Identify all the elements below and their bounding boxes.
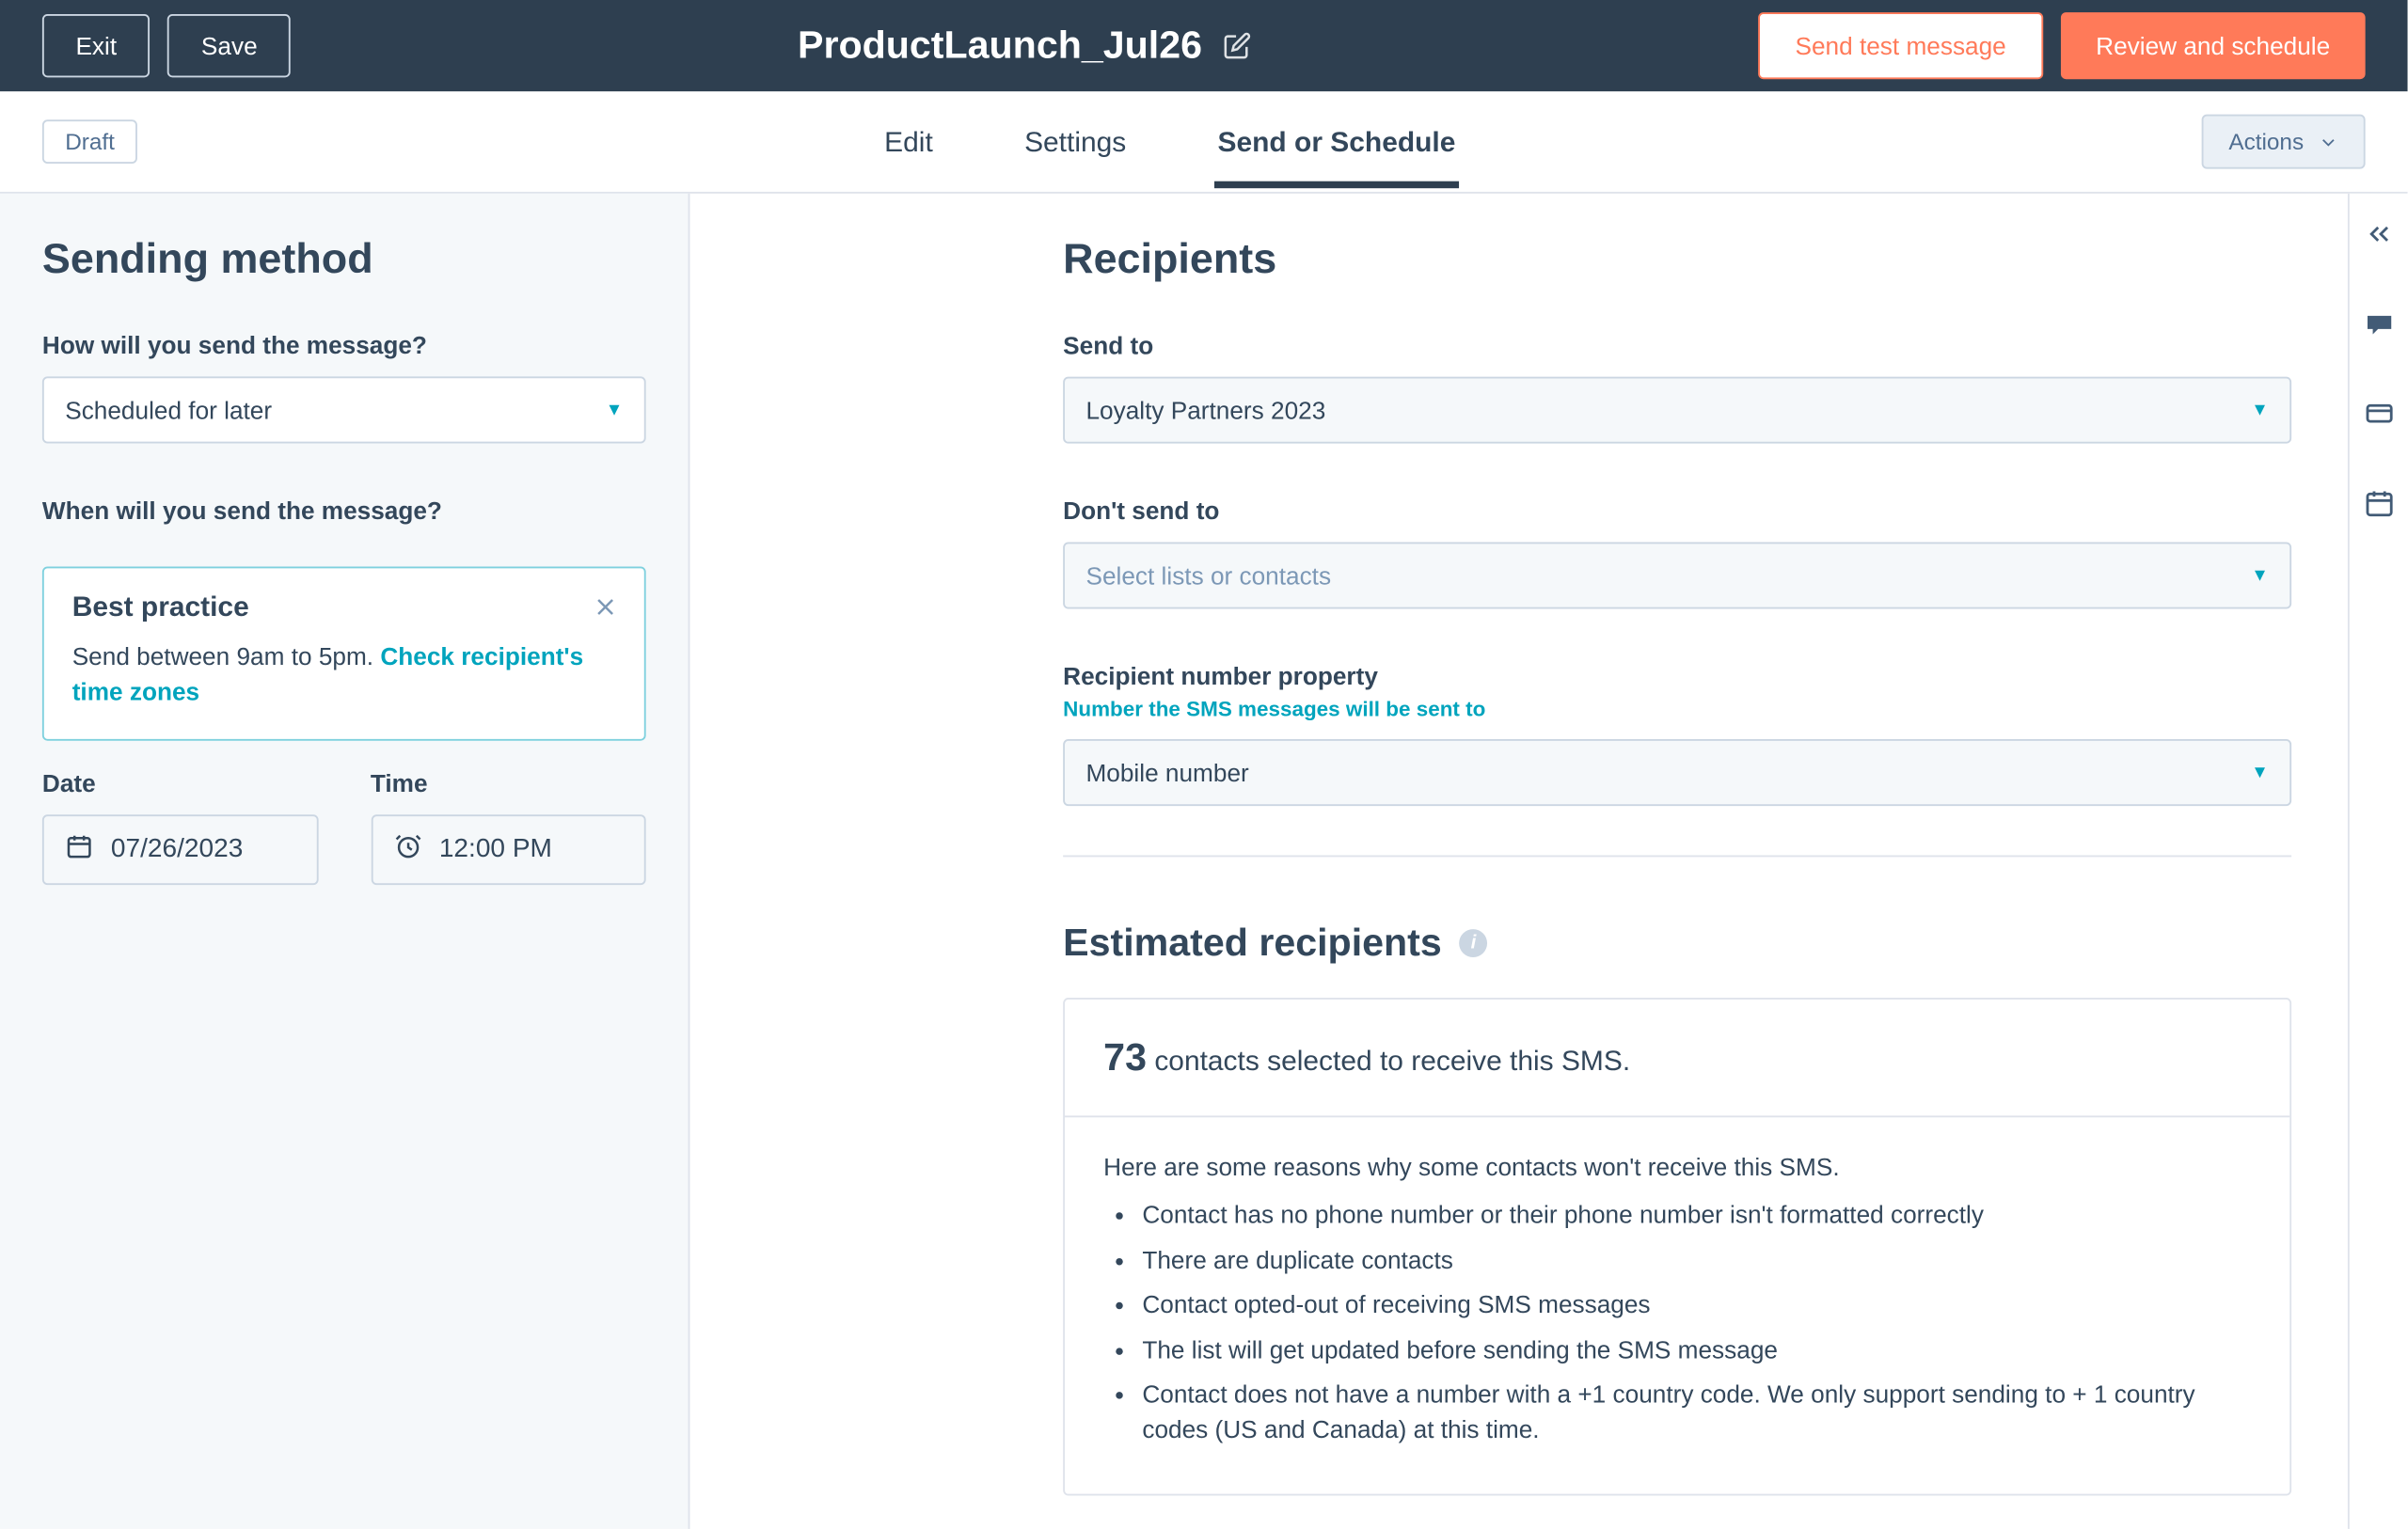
dont-send-placeholder: Select lists or contacts xyxy=(1085,561,1331,590)
when-send-label: When will you send the message? xyxy=(42,497,646,525)
sendto-value: Loyalty Partners 2023 xyxy=(1085,396,1325,424)
actions-dropdown-button[interactable]: Actions xyxy=(2202,115,2365,169)
panel-icon[interactable] xyxy=(2363,398,2395,438)
exit-button[interactable]: Exit xyxy=(42,14,150,77)
sending-method-title: Sending method xyxy=(42,236,646,285)
sendto-label: Send to xyxy=(1063,331,2291,359)
how-send-value: Scheduled for later xyxy=(65,396,272,424)
right-rail xyxy=(2348,194,2408,1529)
date-value: 07/26/2023 xyxy=(111,834,243,864)
chevron-down-icon xyxy=(2318,131,2338,151)
info-icon[interactable]: i xyxy=(1459,929,1487,957)
callout-text: Send between 9am to 5pm. xyxy=(72,642,381,670)
recipient-number-property-sublabel: Number the SMS messages will be sent to xyxy=(1063,697,2291,721)
time-label: Time xyxy=(371,768,646,796)
estimated-recipients-box: 73 contacts selected to receive this SMS… xyxy=(1063,998,2291,1495)
time-value: 12:00 PM xyxy=(439,834,552,864)
edit-title-icon[interactable] xyxy=(1223,32,1251,60)
sub-bar: Draft Edit Settings Send or Schedule Act… xyxy=(0,91,2408,194)
sendto-select[interactable]: Loyalty Partners 2023 ▼ xyxy=(1063,376,2291,443)
reason-item: The list will get updated before sending… xyxy=(1142,1333,2251,1368)
dont-send-label: Don't send to xyxy=(1063,497,2291,525)
how-send-select[interactable]: Scheduled for later ▼ xyxy=(42,376,646,443)
time-input[interactable]: 12:00 PM xyxy=(371,814,646,885)
status-badge: Draft xyxy=(42,119,137,164)
recipient-number-property-value: Mobile number xyxy=(1085,758,1248,786)
tab-edit[interactable]: Edit xyxy=(880,96,936,187)
save-button[interactable]: Save xyxy=(167,14,291,77)
tab-settings[interactable]: Settings xyxy=(1021,96,1130,187)
date-label: Date xyxy=(42,768,318,796)
caret-down-icon: ▼ xyxy=(2251,401,2269,420)
caret-down-icon: ▼ xyxy=(606,401,624,420)
reason-item: There are duplicate contacts xyxy=(1142,1243,2251,1278)
review-schedule-button[interactable]: Review and schedule xyxy=(2061,12,2366,79)
actions-label: Actions xyxy=(2228,129,2304,155)
estimated-recipients-title: Estimated recipients xyxy=(1063,921,1442,967)
callout-title: Best practice xyxy=(72,593,616,625)
recipient-number-property-select[interactable]: Mobile number ▼ xyxy=(1063,739,2291,806)
top-bar: Exit Save ProductLaunch_Jul26 Send test … xyxy=(0,0,2408,91)
close-icon[interactable] xyxy=(592,593,620,630)
estimated-recipients-text: contacts selected to receive this SMS. xyxy=(1154,1047,1630,1077)
reasons-intro: Here are some reasons why some contacts … xyxy=(1103,1153,2251,1181)
send-test-button[interactable]: Send test message xyxy=(1758,12,2043,79)
chat-icon[interactable] xyxy=(2363,307,2395,348)
caret-down-icon: ▼ xyxy=(2251,566,2269,586)
clock-icon xyxy=(393,831,421,866)
recipient-number-property-label: Recipient number property xyxy=(1063,661,2291,689)
recipients-panel: Recipients Send to Loyalty Partners 2023… xyxy=(689,194,2347,1529)
caret-down-icon: ▼ xyxy=(2251,763,2269,782)
collapse-rail-icon[interactable] xyxy=(2363,218,2395,259)
page-title: ProductLaunch_Jul26 xyxy=(798,23,1202,69)
estimated-recipients-count: 73 xyxy=(1103,1034,1147,1079)
dont-send-select[interactable]: Select lists or contacts ▼ xyxy=(1063,542,2291,608)
sending-method-panel: Sending method How will you send the mes… xyxy=(0,194,689,1529)
calendar-icon xyxy=(65,831,93,866)
date-input[interactable]: 07/26/2023 xyxy=(42,814,318,885)
recipients-title: Recipients xyxy=(1063,236,2291,285)
reason-item: Contact opted-out of receiving SMS messa… xyxy=(1142,1288,2251,1323)
best-practice-callout: Best practice Send between 9am to 5pm. C… xyxy=(42,566,646,739)
calendar-rail-icon[interactable] xyxy=(2363,487,2395,528)
how-send-label: How will you send the message? xyxy=(42,331,646,359)
reason-item: Contact has no phone number or their pho… xyxy=(1142,1198,2251,1233)
reason-item: Contact does not have a number with a +1… xyxy=(1142,1379,2251,1447)
tab-send-or-schedule[interactable]: Send or Schedule xyxy=(1214,96,1459,187)
